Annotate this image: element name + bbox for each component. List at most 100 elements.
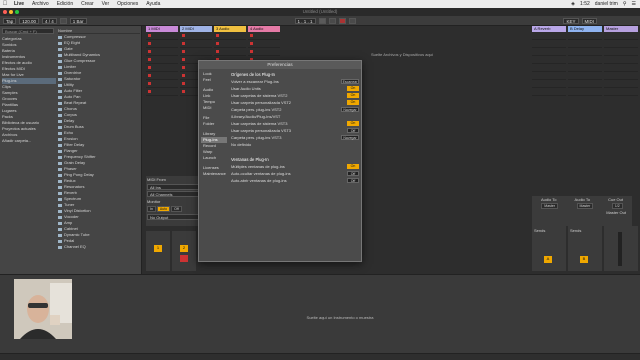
clip-slot[interactable] — [248, 32, 280, 40]
preferences-tab[interactable]: MIDI — [201, 105, 227, 111]
preferences-toggle[interactable]: On — [347, 93, 359, 98]
clip-slot[interactable] — [568, 32, 602, 40]
arm-button-2[interactable] — [180, 255, 188, 262]
record-button[interactable] — [338, 17, 346, 24]
clip-slot[interactable] — [146, 56, 178, 64]
user-name[interactable]: daniel trim — [595, 1, 618, 7]
preferences-tab[interactable]: Feel — [201, 77, 227, 83]
track-activator-2[interactable]: 2 — [180, 245, 188, 252]
clip-stop-icon[interactable] — [182, 74, 185, 77]
menu-app[interactable]: Live — [10, 1, 28, 7]
clip-slot[interactable] — [214, 40, 246, 48]
clip-slot[interactable] — [180, 40, 212, 48]
clip-slot[interactable] — [604, 32, 638, 40]
audio-to-select-b[interactable]: Master — [576, 203, 594, 209]
menu-extras-icon[interactable]: ☰ — [632, 1, 636, 7]
clip-slot[interactable] — [248, 40, 280, 48]
monitor-off-button[interactable]: Off — [171, 206, 182, 212]
clip-slot[interactable] — [146, 48, 178, 56]
clip-slot[interactable] — [568, 48, 602, 56]
clip-stop-icon[interactable] — [250, 42, 253, 45]
preferences-toggle[interactable]: On — [347, 121, 359, 126]
menu-edicion[interactable]: Edición — [53, 1, 77, 7]
track-activator-1[interactable]: 1 — [154, 245, 162, 252]
clip-slot[interactable] — [532, 32, 566, 40]
browser-search-input[interactable]: Buscar (Cmd + F) — [2, 28, 54, 34]
return-activator-b[interactable]: B — [580, 256, 588, 263]
clip-slot[interactable] — [214, 32, 246, 40]
arrangement-position[interactable]: 1 . 1 . 1 — [294, 17, 316, 24]
clip-stop-icon[interactable] — [182, 42, 185, 45]
clip-slot[interactable] — [568, 88, 602, 96]
time-signature[interactable]: 4 / 4 — [42, 17, 57, 24]
menu-ayuda[interactable]: Ayuda — [142, 1, 164, 7]
clip-slot[interactable] — [180, 32, 212, 40]
midi-map-button[interactable]: MIDI — [581, 17, 597, 24]
clip-slot[interactable] — [604, 40, 638, 48]
browser-place-item[interactable]: Añadir carpeta... — [2, 138, 56, 144]
monitor-in-button[interactable]: In — [147, 206, 156, 212]
clip-stop-icon[interactable] — [148, 66, 151, 69]
clip-stop-icon[interactable] — [182, 58, 185, 61]
search-icon[interactable]: ⚲ — [623, 1, 627, 7]
clip-slot[interactable] — [604, 56, 638, 64]
clip-slot[interactable] — [532, 40, 566, 48]
clip-stop-icon[interactable] — [216, 42, 219, 45]
clip-slot[interactable] — [532, 80, 566, 88]
metronome-button[interactable] — [59, 17, 67, 24]
play-button[interactable] — [318, 17, 326, 24]
preferences-toggle[interactable]: On — [347, 100, 359, 105]
clip-slot[interactable] — [568, 40, 602, 48]
clip-slot[interactable] — [604, 88, 638, 96]
cue-out-select[interactable]: 1/2 — [611, 203, 623, 209]
overdub-button[interactable] — [348, 17, 356, 24]
clip-stop-icon[interactable] — [148, 58, 151, 61]
menu-crear[interactable]: Crear — [77, 1, 98, 7]
clip-slot[interactable] — [248, 48, 280, 56]
clip-slot[interactable] — [532, 72, 566, 80]
clip-slot[interactable] — [146, 40, 178, 48]
wifi-icon[interactable]: ◈ — [571, 1, 575, 7]
clip-slot[interactable] — [532, 88, 566, 96]
master-fader[interactable] — [618, 232, 622, 266]
tempo-field[interactable]: 120.00 — [19, 17, 40, 24]
clip-slot[interactable] — [604, 72, 638, 80]
preferences-tab[interactable]: Maintenance — [201, 171, 227, 177]
clip-slot[interactable] — [146, 88, 178, 96]
midi-from-select[interactable]: All Ins — [147, 184, 205, 190]
clip-slot[interactable] — [604, 64, 638, 72]
clip-slot[interactable] — [146, 32, 178, 40]
minimize-window-button[interactable] — [9, 10, 13, 14]
clip-slot[interactable] — [568, 80, 602, 88]
clip-slot[interactable] — [180, 48, 212, 56]
clip-slot[interactable] — [604, 80, 638, 88]
clip-stop-icon[interactable] — [182, 50, 185, 53]
clip-slot[interactable] — [532, 64, 566, 72]
tap-button[interactable]: Tap — [3, 17, 17, 24]
clip-stop-icon[interactable] — [182, 90, 185, 93]
return-activator-a[interactable]: A — [544, 256, 552, 263]
clip-slot[interactable] — [532, 48, 566, 56]
midi-channel-select[interactable]: All Channels — [147, 191, 205, 197]
clip-stop-icon[interactable] — [182, 82, 185, 85]
clip-stop-icon[interactable] — [148, 42, 151, 45]
clip-slot[interactable] — [146, 64, 178, 72]
menu-archivo[interactable]: Archivo — [28, 1, 53, 7]
zoom-window-button[interactable] — [15, 10, 19, 14]
preferences-toggle[interactable]: On — [347, 164, 359, 169]
clip-stop-icon[interactable] — [250, 50, 253, 53]
clip-stop-icon[interactable] — [250, 34, 253, 37]
clip-slot[interactable] — [532, 56, 566, 64]
quantize-menu[interactable]: 1 Bar — [69, 17, 87, 24]
preferences-toggle[interactable]: On — [347, 86, 359, 91]
clip-stop-icon[interactable] — [148, 34, 151, 37]
clip-stop-icon[interactable] — [216, 34, 219, 37]
clip-stop-icon[interactable] — [148, 74, 151, 77]
stop-button[interactable] — [328, 17, 336, 24]
monitor-auto-button[interactable]: Auto — [156, 206, 171, 212]
clip-stop-icon[interactable] — [216, 50, 219, 53]
close-window-button[interactable] — [3, 10, 7, 14]
preferences-button[interactable]: Navegar — [341, 107, 359, 112]
audio-to-select-a[interactable]: Master — [541, 203, 558, 209]
menu-ver[interactable]: Ver — [98, 1, 114, 7]
